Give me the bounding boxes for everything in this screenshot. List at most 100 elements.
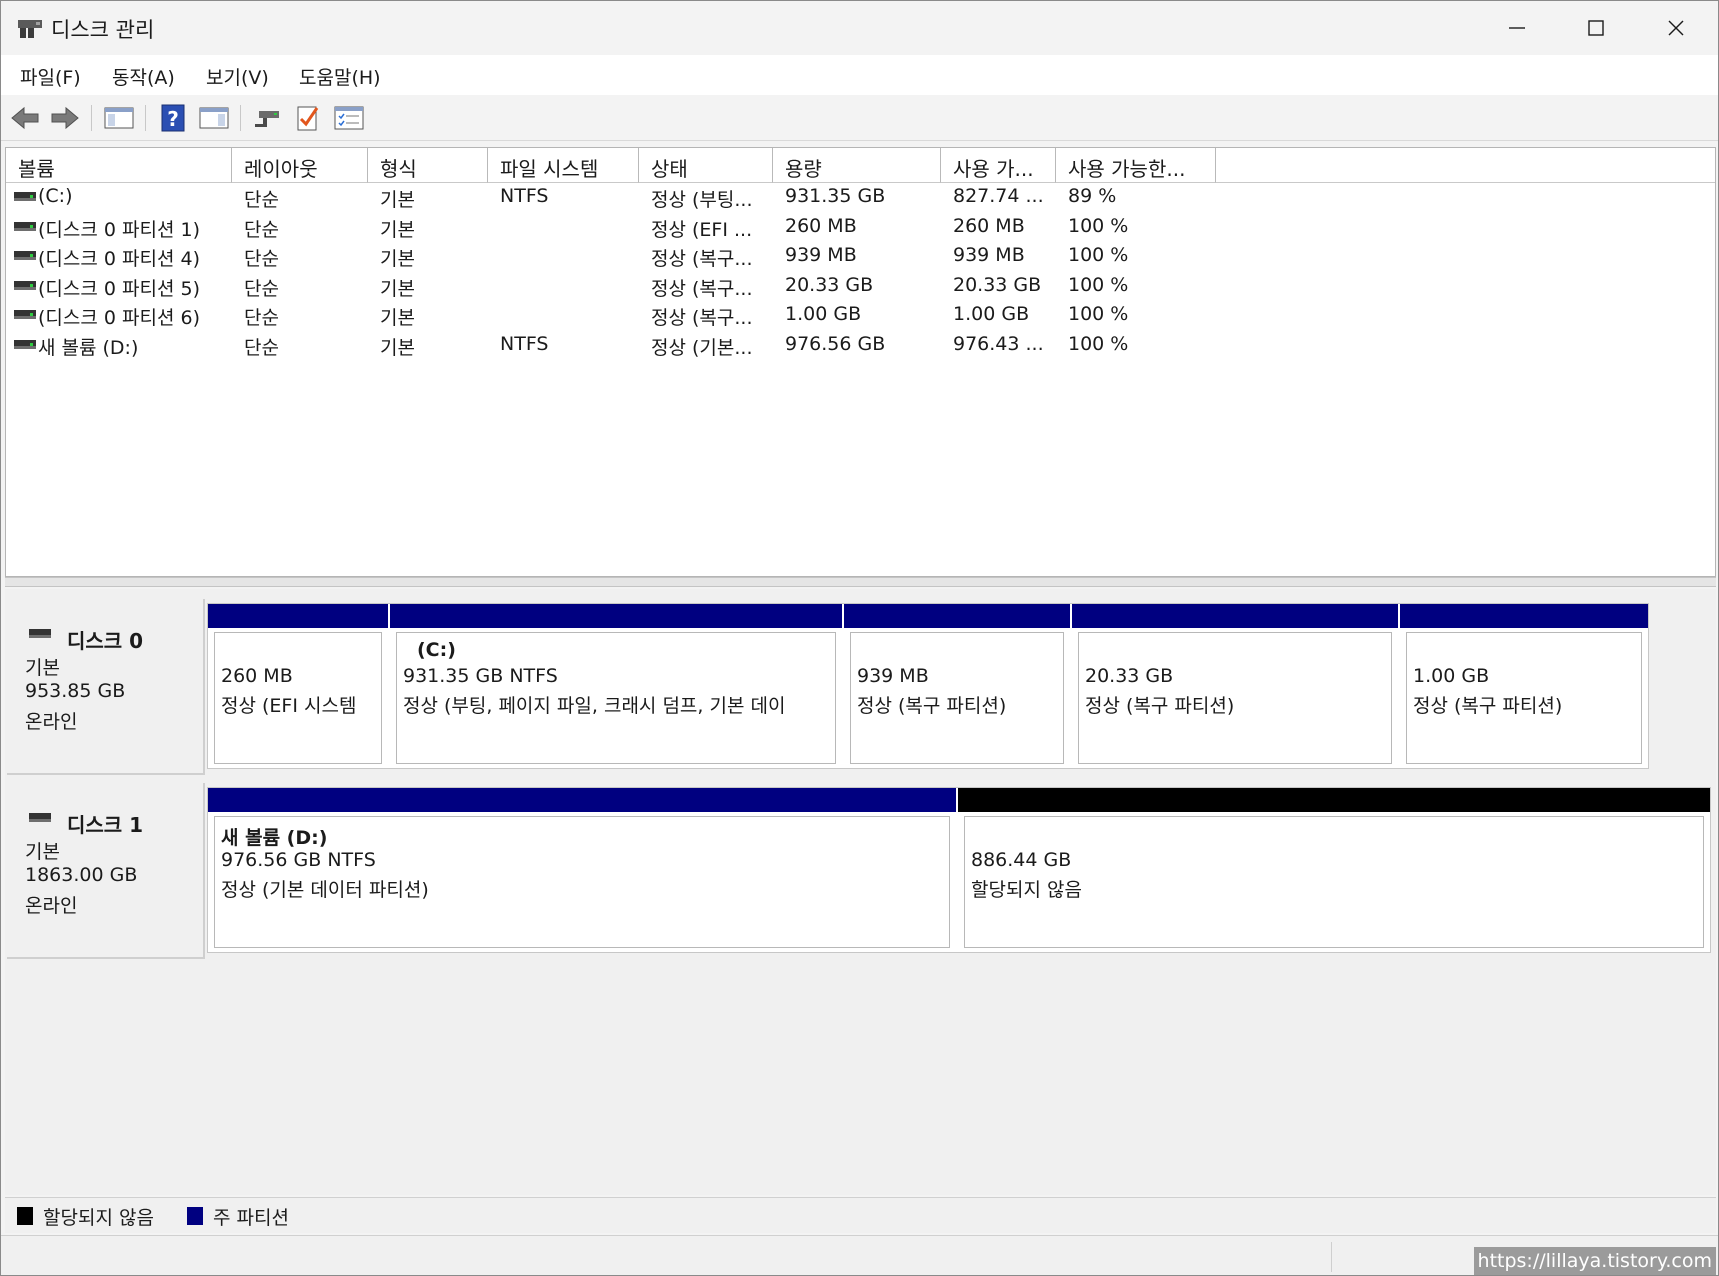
partition[interactable]: 1.00 GB 정상 (복구 파티션) bbox=[1400, 604, 1648, 768]
partition-status: 할당되지 않음 bbox=[971, 879, 1082, 901]
maximize-icon bbox=[1588, 20, 1604, 36]
connect-icon bbox=[255, 111, 279, 127]
toolbar-separator bbox=[91, 105, 92, 131]
column-header-type[interactable]: 형식 bbox=[368, 148, 488, 183]
show-hide-console-tree-icon bbox=[104, 107, 134, 129]
help-button[interactable]: ? bbox=[158, 103, 188, 133]
connect-button[interactable] bbox=[253, 103, 283, 133]
disk-type: 기본 bbox=[25, 841, 60, 863]
disk-0-partitions: 260 MB 정상 (EFI 시스템 (C:) 931.35 GB NTFS 정상 (부… bbox=[207, 603, 1649, 769]
menu-bar: 파일(F) 동작(A) 보기(V) 도움말(H) bbox=[1, 55, 1718, 95]
partition-body: 20.33 GB 정상 (복구 파티션) bbox=[1078, 632, 1392, 764]
minimize-button[interactable] bbox=[1478, 1, 1556, 55]
properties-button[interactable] bbox=[334, 103, 364, 133]
cell-type: 기본 bbox=[380, 189, 415, 211]
disk-icon bbox=[29, 629, 51, 638]
disk-1-label[interactable]: 디스크 1 기본 1863.00 GB 온라인 bbox=[7, 783, 205, 959]
partition-size: 260 MB bbox=[221, 665, 293, 687]
volume-icon bbox=[14, 192, 36, 201]
status-bar-separator bbox=[1331, 1242, 1332, 1272]
menu-view[interactable]: 보기(V) bbox=[206, 63, 269, 90]
table-row[interactable]: (디스크 0 파티션 4) 단순 기본 정상 (복구... 939 MB 939 MB 10… bbox=[6, 242, 1715, 271]
window-title: 디스크 관리 bbox=[51, 18, 155, 42]
maximize-button[interactable] bbox=[1557, 1, 1635, 55]
cell-status: 정상 (부팅... bbox=[651, 189, 753, 211]
cell-free-space: 976.43 ... bbox=[953, 332, 1044, 355]
table-row[interactable]: (디스크 0 파티션 1) 단순 기본 정상 (EFI ... 260 MB 260 MB… bbox=[6, 213, 1715, 242]
partition-size: 886.44 GB bbox=[971, 849, 1072, 871]
show-hide-console-tree-button[interactable] bbox=[104, 103, 134, 133]
partition-body: 새 볼륨 (D:) 976.56 GB NTFS 정상 (기본 데이터 파티션) bbox=[214, 816, 950, 948]
cell-capacity: 1.00 GB bbox=[785, 303, 862, 325]
column-header-file-system[interactable]: 파일 시스템 bbox=[488, 148, 639, 183]
unallocated-space[interactable]: 886.44 GB 할당되지 않음 bbox=[958, 788, 1710, 952]
menu-help[interactable]: 도움말(H) bbox=[299, 63, 381, 90]
back-arrow-icon bbox=[11, 106, 39, 130]
partition-size: 931.35 GB NTFS bbox=[403, 665, 558, 687]
watermark: https://lillaya.tistory.com bbox=[1473, 1247, 1716, 1275]
partition[interactable]: 260 MB 정상 (EFI 시스템 bbox=[208, 604, 388, 768]
column-header-status[interactable]: 상태 bbox=[639, 148, 773, 183]
disk-0-label[interactable]: 디스크 0 기본 953.85 GB 온라인 bbox=[7, 599, 205, 775]
partition-body: 886.44 GB 할당되지 않음 bbox=[964, 816, 1704, 948]
partition-type-bar bbox=[1072, 604, 1398, 628]
cell-type: 기본 bbox=[380, 307, 415, 329]
partition-body: (C:) 931.35 GB NTFS 정상 (부팅, 페이지 파일, 크래시 덤프… bbox=[396, 632, 836, 764]
partition-status: 정상 (기본 데이터 파티션) bbox=[221, 879, 429, 901]
cell-status: 정상 (복구... bbox=[651, 307, 753, 329]
column-header-volume[interactable]: 볼륨 bbox=[6, 148, 232, 183]
cell-file-system: NTFS bbox=[500, 332, 549, 355]
table-row[interactable]: (디스크 0 파티션 5) 단순 기본 정상 (복구... 20.33 GB 20.33 … bbox=[6, 272, 1715, 301]
partition-title: (C:) bbox=[417, 639, 456, 661]
partition[interactable]: 939 MB 정상 (복구 파티션) bbox=[844, 604, 1070, 768]
cell-volume-name: (디스크 0 파티션 6) bbox=[38, 307, 201, 329]
partition[interactable]: 새 볼륨 (D:) 976.56 GB NTFS 정상 (기본 데이터 파티션) bbox=[208, 788, 956, 952]
disk-status: 온라인 bbox=[25, 895, 78, 917]
title-bar[interactable]: 디스크 관리 bbox=[1, 1, 1718, 55]
partition-type-bar bbox=[844, 604, 1070, 628]
cell-capacity: 931.35 GB bbox=[785, 185, 886, 207]
partition[interactable]: (C:) 931.35 GB NTFS 정상 (부팅, 페이지 파일, 크래시 덤프… bbox=[390, 604, 842, 768]
disk-name: 디스크 0 bbox=[67, 629, 144, 653]
checklist-button[interactable] bbox=[293, 103, 323, 133]
toolbar-separator bbox=[240, 105, 241, 131]
disk-icon bbox=[29, 813, 51, 822]
legend-primary-swatch bbox=[187, 1207, 203, 1225]
cell-volume-name: (C:) bbox=[38, 185, 73, 207]
column-header-free-space[interactable]: 사용 가... bbox=[941, 148, 1056, 183]
back-button[interactable] bbox=[10, 103, 40, 133]
close-button[interactable] bbox=[1637, 1, 1715, 55]
disk-size: 953.85 GB bbox=[25, 680, 126, 702]
cell-volume-name: 새 볼륨 (D:) bbox=[38, 336, 139, 359]
partition-size: 976.56 GB NTFS bbox=[221, 849, 376, 871]
column-header-capacity[interactable]: 용량 bbox=[773, 148, 941, 183]
legend-primary-label: 주 파티션 bbox=[213, 1207, 289, 1229]
menu-file[interactable]: 파일(F) bbox=[20, 63, 81, 90]
cell-status: 정상 (기본... bbox=[651, 336, 753, 359]
table-row[interactable]: (C:) 단순 기본 NTFS 정상 (부팅... 931.35 GB 827.74 ...… bbox=[6, 183, 1715, 212]
forward-button[interactable] bbox=[50, 103, 80, 133]
column-header-layout[interactable]: 레이아웃 bbox=[232, 148, 368, 183]
partition-body: 260 MB 정상 (EFI 시스템 bbox=[214, 632, 382, 764]
table-row[interactable]: 새 볼륨 (D:) 단순 기본 NTFS 정상 (기본... 976.56 GB 976.4… bbox=[6, 331, 1715, 360]
partition-status: 정상 (복구 파티션) bbox=[1413, 695, 1563, 717]
disk-management-app-icon bbox=[17, 17, 43, 39]
menu-action[interactable]: 동작(A) bbox=[112, 63, 175, 90]
volume-list: 볼륨 레이아웃 형식 파일 시스템 상태 용량 사용 가... 사용 가능한..… bbox=[5, 147, 1716, 577]
column-header-percent-free[interactable]: 사용 가능한... bbox=[1056, 148, 1216, 183]
partition-status: 정상 (부팅, 페이지 파일, 크래시 덤프, 기본 데이 bbox=[403, 695, 786, 717]
cell-status: 정상 (EFI ... bbox=[651, 218, 753, 241]
cell-percent-free: 100 % bbox=[1068, 214, 1129, 237]
cell-type: 기본 bbox=[380, 277, 415, 300]
show-hide-action-pane-icon bbox=[199, 107, 229, 129]
column-header-filler bbox=[1216, 148, 1715, 183]
pane-splitter[interactable] bbox=[5, 577, 1716, 587]
show-hide-action-pane-button[interactable] bbox=[199, 103, 229, 133]
properties-icon bbox=[334, 106, 364, 130]
cell-layout: 단순 bbox=[244, 277, 279, 300]
table-row[interactable]: (디스크 0 파티션 6) 단순 기본 정상 (복구... 1.00 GB 1.00 GB… bbox=[6, 301, 1715, 330]
cell-free-space: 827.74 ... bbox=[953, 185, 1044, 207]
partition-type-bar bbox=[208, 604, 388, 628]
partition[interactable]: 20.33 GB 정상 (복구 파티션) bbox=[1072, 604, 1398, 768]
cell-type: 기본 bbox=[380, 218, 415, 241]
